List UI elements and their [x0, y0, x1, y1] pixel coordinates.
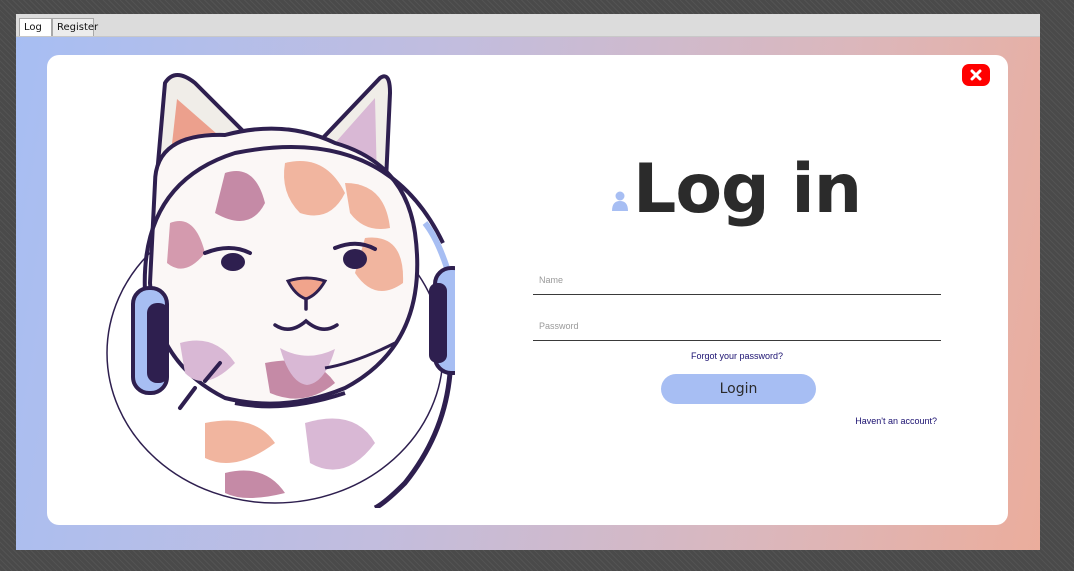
- cat-headphones-illustration: [106, 73, 455, 508]
- tab-register[interactable]: Register: [52, 18, 98, 36]
- close-button[interactable]: [962, 64, 990, 86]
- tab-login[interactable]: Log in: [19, 18, 52, 51]
- gradient-background: Log in Forgot your password? Login Haven…: [16, 37, 1040, 550]
- app-window: Log in Register: [16, 14, 1040, 550]
- tab-bar: Log in Register: [16, 14, 1040, 51]
- forgot-password-link[interactable]: Forgot your password?: [533, 351, 941, 361]
- register-link[interactable]: Haven't an account?: [807, 416, 937, 426]
- name-field[interactable]: [533, 265, 941, 295]
- page-title: Log in: [633, 150, 862, 229]
- close-icon: [970, 69, 982, 81]
- login-button[interactable]: Login: [661, 374, 816, 404]
- password-field[interactable]: [533, 311, 941, 341]
- login-card: Log in Forgot your password? Login Haven…: [47, 55, 1008, 525]
- user-icon: [612, 191, 628, 211]
